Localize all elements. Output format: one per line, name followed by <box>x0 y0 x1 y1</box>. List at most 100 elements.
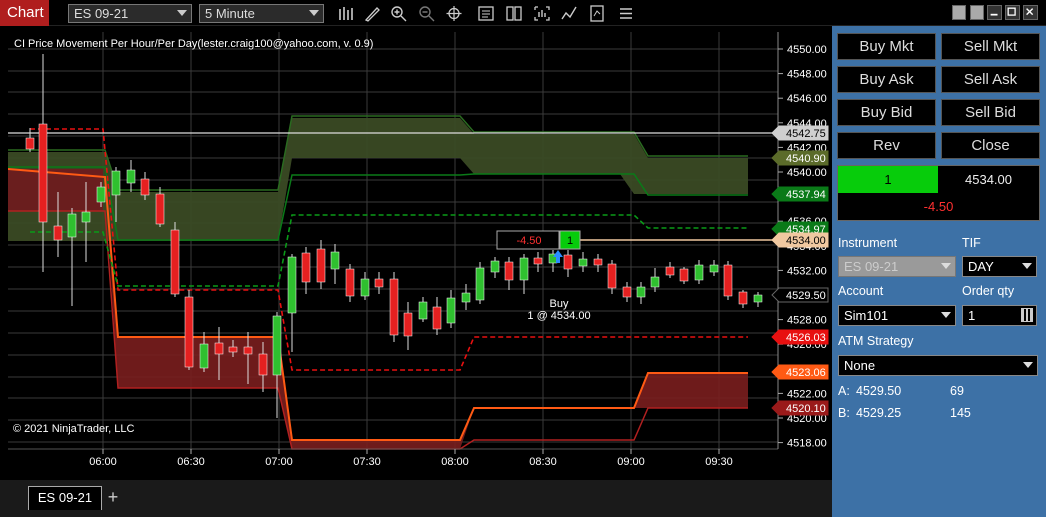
ask-label: A: <box>838 384 850 398</box>
tif-select[interactable]: DAY <box>962 256 1037 277</box>
toolbar: Chart ES 09-21 5 Minute <box>0 0 1046 26</box>
bar-type-icon[interactable] <box>337 5 355 22</box>
bid-price: 4529.25 <box>856 406 902 420</box>
zoom-out-icon[interactable] <box>418 5 436 22</box>
zoom-in-icon[interactable] <box>390 5 408 22</box>
interval-selector[interactable]: 5 Minute <box>199 4 324 23</box>
candle <box>504 261 514 281</box>
candle <box>287 256 297 314</box>
price-tick-label: 4532.00 <box>787 265 827 277</box>
buy-ask-button[interactable]: Buy Ask <box>837 66 936 93</box>
interval-selector-value: 5 Minute <box>205 6 255 21</box>
candle <box>140 178 150 196</box>
maximize-icon[interactable] <box>1005 5 1020 20</box>
close-position-button[interactable]: Close <box>941 132 1040 159</box>
chart-trader-icon[interactable] <box>617 5 635 22</box>
price-tick-label: 4546.00 <box>787 93 827 105</box>
candle <box>67 213 77 238</box>
account-select-value: Sim101 <box>844 308 889 323</box>
time-tick-label: 09:30 <box>705 456 733 468</box>
indicators-icon[interactable] <box>560 5 578 22</box>
time-tick-label: 07:30 <box>353 456 381 468</box>
candle <box>622 286 632 298</box>
candle <box>723 264 733 297</box>
instrument-selector[interactable]: ES 09-21 <box>68 4 192 23</box>
atm-strategy-value: None <box>844 358 876 373</box>
data-box-icon[interactable] <box>477 5 495 22</box>
rev-button[interactable]: Rev <box>837 132 936 159</box>
price-tick-label: 4518.00 <box>787 438 827 450</box>
candle <box>330 251 340 270</box>
panel-toggle-icon[interactable] <box>952 5 966 20</box>
candle <box>665 266 675 276</box>
candle <box>184 296 194 368</box>
candle <box>126 169 136 184</box>
sell-bid-button[interactable]: Sell Bid <box>941 99 1040 126</box>
time-tick-label: 09:00 <box>617 456 645 468</box>
candle <box>461 292 471 303</box>
chevron-down-icon <box>1023 362 1033 368</box>
add-tab-button[interactable]: + <box>106 488 120 506</box>
sell-mkt-button[interactable]: Sell Mkt <box>941 33 1040 60</box>
order-qty-input[interactable]: 1 <box>962 305 1037 326</box>
bid-label: B: <box>838 406 850 420</box>
ask-size: 69 <box>950 384 964 398</box>
candle <box>418 301 428 320</box>
price-marker-label: 4526.03 <box>786 332 826 344</box>
candle <box>228 346 238 353</box>
candle <box>403 312 413 337</box>
time-tick-label: 07:00 <box>265 456 293 468</box>
candle <box>199 343 209 369</box>
candle <box>679 268 689 282</box>
candle <box>475 267 485 301</box>
price-chart[interactable]: -4.50 1 4550.00 4548.00 4546.00 4544.00 4542… <box>8 32 830 476</box>
candle <box>53 225 63 241</box>
time-axis[interactable]: 06:00 06:30 07:00 07:30 08:00 08:30 09:00 09:30 <box>89 449 733 468</box>
candle <box>155 193 165 225</box>
candle <box>258 353 268 376</box>
bid-size: 145 <box>950 406 971 420</box>
tif-select-value: DAY <box>968 259 994 274</box>
instrument-select: ES 09-21 <box>838 256 956 277</box>
atm-strategy-label: ATM Strategy <box>838 334 914 348</box>
link-icon[interactable] <box>970 5 984 20</box>
copyright-text: © 2021 NinjaTrader, LLC <box>13 423 135 435</box>
price-marker-label: 4540.90 <box>786 153 826 165</box>
draw-tool-icon[interactable] <box>363 5 381 22</box>
time-tick-label: 08:30 <box>529 456 557 468</box>
instrument-select-value: ES 09-21 <box>844 259 899 274</box>
candle <box>25 137 35 150</box>
candle <box>533 257 543 265</box>
price-marker-label: 4542.75 <box>786 128 826 140</box>
strategies-icon[interactable] <box>588 5 606 22</box>
price-marker-label: 4523.06 <box>786 367 826 379</box>
candle <box>738 291 748 305</box>
atm-strategy-select[interactable]: None <box>838 355 1038 376</box>
chart-tab[interactable]: Chart <box>0 0 49 26</box>
chevron-down-icon <box>309 10 319 16</box>
chart-canvas[interactable]: -4.50 1 4550.004548.004546.004544.004542… <box>8 32 830 476</box>
calculator-icon[interactable] <box>1021 308 1033 322</box>
indicator-title: CI Price Movement Per Hour/Per Day(leste… <box>14 38 374 50</box>
candle <box>446 297 456 324</box>
buy-bid-button[interactable]: Buy Bid <box>837 99 936 126</box>
tif-label: TIF <box>962 236 981 250</box>
candle <box>345 268 355 297</box>
candle <box>694 264 704 281</box>
templates-icon[interactable] <box>505 5 523 22</box>
close-icon[interactable] <box>1023 5 1038 20</box>
candle <box>243 346 253 355</box>
candle <box>753 294 763 303</box>
account-select[interactable]: Sim101 <box>838 305 956 326</box>
position-pnl: -4.50 <box>923 199 954 214</box>
minimize-icon[interactable] <box>987 5 1002 20</box>
crosshair-icon[interactable] <box>445 5 463 22</box>
sell-ask-button[interactable]: Sell Ask <box>941 66 1040 93</box>
position-avg-price: 4534.00 <box>965 172 1012 187</box>
price-tick-label: 4550.00 <box>787 44 827 56</box>
price-tick-label: 4528.00 <box>787 315 827 327</box>
buy-mkt-button[interactable]: Buy Mkt <box>837 33 936 60</box>
tab-es-09-21[interactable]: ES 09-21 <box>28 486 102 510</box>
properties-icon[interactable] <box>533 5 551 22</box>
order-qty-value: 1 <box>968 308 976 323</box>
